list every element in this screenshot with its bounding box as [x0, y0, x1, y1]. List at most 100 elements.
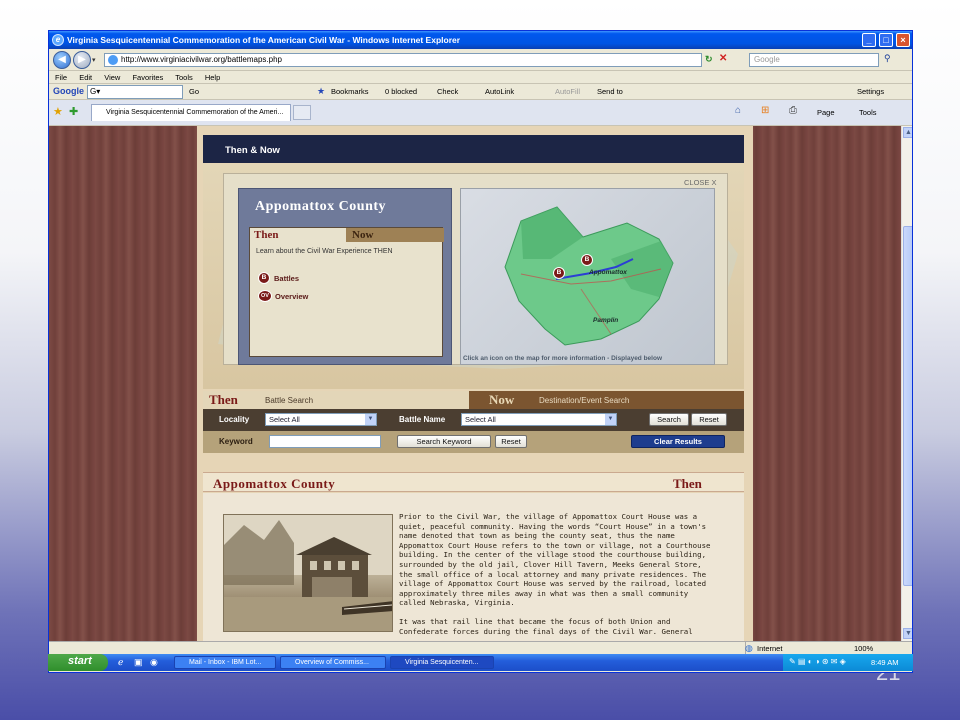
search-box[interactable]: Google [749, 53, 879, 67]
address-text: http://www.virginiacivilwar.org/battlema… [121, 55, 282, 64]
favorites-star-icon[interactable]: ★ [53, 105, 63, 118]
menu-tools[interactable]: Tools [175, 73, 193, 82]
menu-help[interactable]: Help [205, 73, 220, 82]
title-bar: e Virginia Sesquicentennial Commemoratio… [49, 31, 912, 49]
now-tab-subtitle: Destination/Event Search [539, 396, 630, 405]
locality-select[interactable]: Select All ▼ [265, 413, 377, 426]
bookmarks-button[interactable]: Bookmarks [331, 87, 369, 96]
page-menu-button[interactable]: Page [817, 108, 835, 117]
browser-window: e Virginia Sesquicentennial Commemoratio… [48, 30, 913, 673]
results-era-label: Then [673, 476, 702, 491]
then-search-tab[interactable]: Then Battle Search [203, 391, 469, 409]
search-panel: Then Battle Search Now Destination/Event… [203, 391, 744, 453]
google-toolbar: Google G▾ Go ★ Bookmarks 0 blocked Check… [49, 84, 912, 100]
web-content: Then & Now CLOSE X Appomattox County The… [49, 126, 901, 653]
window-title: Virginia Sesquicentennial Commemoration … [67, 35, 461, 45]
task-virginia[interactable]: Virginia Sesquicenten... [390, 656, 494, 669]
task-overview[interactable]: Overview of Commiss... [280, 656, 386, 669]
search-keyword-button[interactable]: Search Keyword [397, 435, 491, 448]
article-paragraph: It was that rail line that became the fo… [399, 616, 693, 636]
overview-badge-icon[interactable]: OV [258, 290, 272, 302]
maximize-button[interactable]: □ [879, 33, 893, 47]
overview-legend-link[interactable]: Overview [275, 292, 308, 301]
menu-file[interactable]: File [55, 73, 67, 82]
keyword-input[interactable] [269, 435, 381, 448]
county-map-svg [504, 206, 674, 346]
search-tabs: Then Battle Search Now Destination/Event… [203, 391, 744, 409]
tray-icons[interactable]: ✎ ▤ ◐ ◑ ⊛ ✉ ◈ [789, 657, 846, 666]
scroll-down-arrow-icon[interactable]: ▼ [903, 628, 912, 639]
battle-name-label: Battle Name [399, 415, 446, 424]
keyword-reset-button[interactable]: Reset [495, 435, 527, 448]
vertical-scrollbar[interactable]: ▲ ▼ [901, 126, 912, 641]
tools-menu-button[interactable]: Tools [859, 108, 877, 117]
clear-results-button[interactable]: Clear Results [631, 435, 725, 448]
stop-icon[interactable]: ✕ [719, 53, 727, 64]
county-map: B B Appomattox Pamplin Click an icon on … [460, 188, 715, 365]
minimize-button[interactable]: _ [862, 33, 876, 47]
system-tray: ✎ ▤ ◐ ◑ ⊛ ✉ ◈ 8:49 AM [783, 654, 913, 671]
battle-marker-1-icon[interactable]: B [581, 254, 593, 266]
quicklaunch-ie-icon[interactable]: ℯ [118, 657, 123, 668]
nav-dropdown-icon[interactable]: ▾ [92, 56, 96, 64]
search-icon[interactable]: ⚲ [884, 53, 891, 64]
popup-blocked-button[interactable]: 0 blocked [385, 87, 417, 96]
courthouse-illustration [224, 515, 392, 631]
google-logo: Google [53, 86, 84, 96]
page-icon [108, 55, 118, 65]
forward-button[interactable]: ▶ [73, 51, 91, 69]
menu-edit[interactable]: Edit [79, 73, 92, 82]
spell-check-button[interactable]: Check [437, 87, 458, 96]
refresh-icon[interactable]: ↻ [705, 54, 713, 65]
county-title: Appomattox County [255, 199, 387, 214]
zoom-level[interactable]: 100% [854, 644, 873, 653]
article-body: Prior to the Civil War, the village of A… [399, 512, 719, 645]
globe-icon: ◍ [745, 643, 753, 653]
chevron-down-icon: ▼ [365, 414, 376, 425]
tab-now[interactable]: Now [346, 228, 444, 242]
battle-marker-2-icon[interactable]: B [553, 267, 565, 279]
learn-text: Learn about the Civil War Experience THE… [256, 248, 393, 255]
menu-view[interactable]: View [104, 73, 120, 82]
taskbar: start ℯ ▣ ◉ Mail - Inbox - IBM Lot... Ov… [48, 654, 913, 671]
site-header: Then & Now [203, 135, 744, 163]
autolink-button[interactable]: AutoLink [485, 87, 514, 96]
add-favorite-icon[interactable]: ✚ [69, 105, 78, 118]
quicklaunch-media-icon[interactable]: ◉ [150, 657, 158, 668]
keyword-label: Keyword [219, 437, 253, 446]
close-popup-button[interactable]: CLOSE X [684, 178, 717, 187]
address-bar[interactable]: http://www.virginiacivilwar.org/battlema… [104, 53, 702, 67]
reset-button[interactable]: Reset [691, 413, 727, 426]
quicklaunch-desktop-icon[interactable]: ▣ [134, 657, 143, 668]
print-icon[interactable]: ⎙ [789, 105, 797, 116]
battle-name-select[interactable]: Select All ▼ [461, 413, 617, 426]
then-now-box: Then Now Learn about the Civil War Exper… [249, 227, 444, 357]
battles-badge-icon[interactable]: B [258, 272, 270, 284]
autofill-button[interactable]: AutoFill [555, 87, 580, 96]
battle-name-value: Select All [465, 415, 496, 424]
feeds-icon[interactable]: ⊞ [761, 105, 769, 116]
menu-favorites[interactable]: Favorites [132, 73, 163, 82]
menu-bar: File Edit View Favorites Tools Help [49, 71, 912, 84]
star-icon[interactable]: ★ [317, 86, 325, 97]
scroll-thumb[interactable] [903, 226, 912, 586]
send-to-button[interactable]: Send to [597, 87, 623, 96]
home-icon[interactable]: ⌂ [735, 105, 741, 116]
google-go-button[interactable]: Go [189, 87, 199, 96]
back-button[interactable]: ◀ [53, 51, 71, 69]
then-tab-subtitle: Battle Search [265, 396, 314, 405]
battles-legend-link[interactable]: Battles [274, 274, 299, 283]
google-search-field[interactable]: G▾ [87, 85, 183, 99]
close-window-button[interactable]: × [896, 33, 910, 47]
results-header: Appomattox County Then [203, 472, 744, 492]
start-button[interactable]: start [48, 654, 108, 671]
scroll-up-arrow-icon[interactable]: ▲ [903, 127, 912, 138]
settings-button[interactable]: Settings [857, 87, 884, 96]
task-mail[interactable]: Mail - Inbox - IBM Lot... [174, 656, 276, 669]
now-search-tab[interactable]: Now Destination/Event Search [469, 391, 744, 409]
browser-tab[interactable]: Virginia Sesquicentennial Commemoration … [91, 104, 291, 121]
tab-then[interactable]: Then [250, 228, 346, 242]
search-button[interactable]: Search [649, 413, 689, 426]
town-appomattox-label: Appomattox [589, 269, 627, 276]
new-tab-button[interactable] [293, 105, 311, 120]
